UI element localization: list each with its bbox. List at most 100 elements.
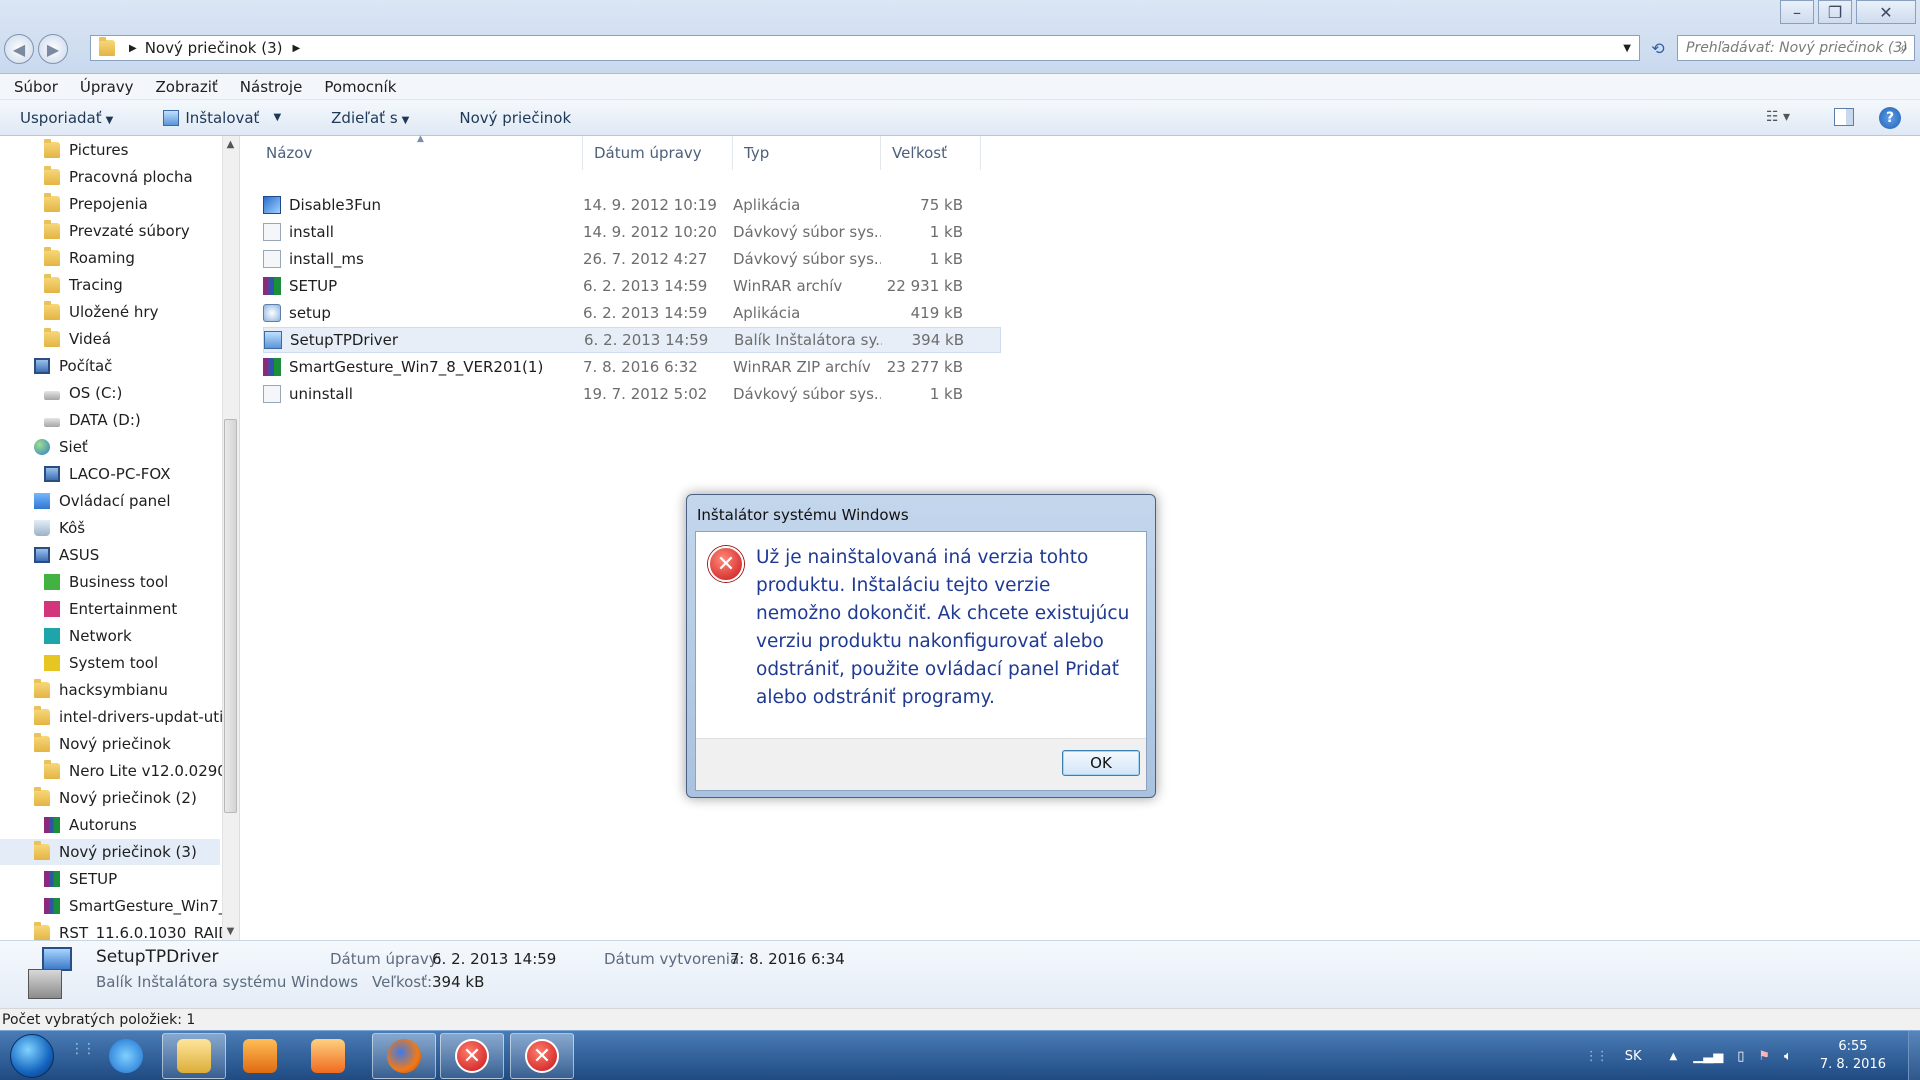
file-row[interactable]: Disable3Fun 14. 9. 2012 10:19 Aplikácia 75 … <box>263 192 1001 218</box>
nav-item-label: RST_11.6.0.1030_RAID_A <box>59 924 240 940</box>
nav-item-label: LACO-PC-FOX <box>69 465 171 483</box>
nav-item[interactable]: SETUP <box>0 866 220 892</box>
taskbar-error-window-2[interactable]: ✕ <box>510 1033 574 1079</box>
refresh-icon[interactable]: ⟲ <box>1645 37 1671 59</box>
nav-item[interactable]: ASUS <box>0 542 220 568</box>
nav-item[interactable]: SmartGesture_Win7_8_V <box>0 893 239 919</box>
nav-item[interactable]: Autoruns <box>0 812 220 838</box>
nav-item[interactable]: Ovládací panel <box>0 488 220 514</box>
forward-button[interactable]: ▶ <box>38 34 68 64</box>
breadcrumb-chevron-icon[interactable]: ▶ <box>293 43 301 54</box>
show-desktop-button[interactable] <box>1908 1031 1920 1080</box>
share-with-button[interactable]: Zdieľať s ▼ <box>323 105 417 131</box>
menu-file[interactable]: Súbor <box>10 76 62 98</box>
file-size: 1 kB <box>929 385 963 403</box>
install-button[interactable]: Inštalovať ▼ <box>155 105 289 131</box>
nav-item[interactable]: Uložené hry <box>0 299 220 325</box>
signal-icon[interactable]: ▁▃▅ <box>1693 1049 1723 1064</box>
file-name-cell: install <box>263 223 583 241</box>
new-folder-button[interactable]: Nový priečinok <box>451 105 579 131</box>
nav-item[interactable]: Videá <box>0 326 220 352</box>
nav-item[interactable]: Prepojenia <box>0 191 220 217</box>
internet-explorer-icon <box>109 1039 143 1073</box>
nav-item[interactable]: Roaming <box>0 245 220 271</box>
menu-view[interactable]: Zobraziť <box>152 76 222 98</box>
installer-error-dialog: Inštalátor systému Windows ✕ Už je nainš… <box>686 494 1156 798</box>
address-dropdown-icon[interactable]: ▼ <box>1623 43 1631 54</box>
maximize-button[interactable]: ❐ <box>1818 0 1852 24</box>
menu-tools[interactable]: Nástroje <box>236 76 307 98</box>
network-status-icon[interactable]: ⚑ <box>1758 1049 1770 1064</box>
batch-file-icon <box>263 250 281 268</box>
taskbar-internet-explorer[interactable] <box>94 1033 158 1079</box>
organize-button[interactable]: Usporiadať ▼ <box>12 105 121 131</box>
taskbar-error-window-1[interactable]: ✕ <box>440 1033 504 1079</box>
file-row[interactable]: install_ms 26. 7. 2012 4:27 Dávkový súbor … <box>263 246 1001 272</box>
nav-item[interactable]: OS (C:) <box>0 380 220 406</box>
file-type: WinRAR archív <box>733 277 843 295</box>
file-row[interactable]: uninstall 19. 7. 2012 5:02 Dávkový súbor s… <box>263 381 1001 407</box>
column-header-type[interactable]: Typ <box>733 136 881 170</box>
preview-pane-icon[interactable] <box>1834 108 1854 126</box>
nav-item[interactable]: Nero Lite v12.0.02900 <box>0 758 236 784</box>
nav-item[interactable]: Nový priečinok <box>0 731 220 757</box>
view-options-icon[interactable]: ☷ ▾ <box>1766 109 1790 125</box>
taskbar-paint[interactable] <box>296 1033 360 1079</box>
breadcrumb-current-folder[interactable]: Nový priečinok (3) <box>145 39 283 57</box>
file-row[interactable]: SetupTPDriver 6. 2. 2013 14:59 Balík Inšta… <box>263 327 1001 353</box>
nav-item[interactable]: Entertainment <box>0 596 220 622</box>
scroll-up-icon[interactable]: ▲ <box>222 136 239 153</box>
nav-item[interactable]: Prevzaté súbory <box>0 218 220 244</box>
taskbar-explorer[interactable] <box>162 1033 226 1079</box>
file-type: Aplikácia <box>733 304 801 322</box>
file-date: 6. 2. 2013 14:59 <box>583 304 708 322</box>
language-indicator[interactable]: SK <box>1625 1049 1642 1064</box>
nav-item-label: Počítač <box>59 357 113 375</box>
file-row[interactable]: setup 6. 2. 2013 14:59 Aplikácia 419 kB <box>263 300 1001 326</box>
battery-icon[interactable]: ▯ <box>1737 1049 1744 1064</box>
nav-item[interactable]: Počítač <box>0 353 220 379</box>
nav-item[interactable]: Pictures <box>0 137 220 163</box>
nav-item[interactable]: LACO-PC-FOX <box>0 461 220 487</box>
nav-item[interactable]: intel-drivers-updat-utilit <box>0 704 238 730</box>
column-header-size[interactable]: Veľkosť <box>881 136 981 170</box>
installer-icon <box>163 109 180 126</box>
file-row[interactable]: SmartGesture_Win7_8_VER201(1) 7. 8. 2016 … <box>263 354 1001 380</box>
nav-item[interactable]: System tool <box>0 650 220 676</box>
nav-item[interactable]: Nový priečinok (3) <box>0 839 220 865</box>
nav-scrollbar-thumb[interactable] <box>224 419 237 813</box>
nav-item[interactable]: Kôš <box>0 515 220 541</box>
system-tool-icon <box>44 655 60 671</box>
file-row[interactable]: install 14. 9. 2012 10:20 Dávkový súbor sy… <box>263 219 1001 245</box>
taskbar-media-player[interactable] <box>228 1033 292 1079</box>
menu-help[interactable]: Pomocník <box>320 76 400 98</box>
column-header-name[interactable]: Názov <box>255 136 583 170</box>
nav-item[interactable]: hacksymbianu <box>0 677 220 703</box>
back-button[interactable]: ◀ <box>4 34 34 64</box>
scroll-down-icon[interactable]: ▼ <box>222 923 239 940</box>
folder-icon <box>34 922 50 940</box>
nav-item[interactable]: Business tool <box>0 569 220 595</box>
close-window-button[interactable]: ✕ <box>1856 0 1916 24</box>
nav-item[interactable]: Sieť <box>0 434 220 460</box>
taskbar-firefox[interactable] <box>372 1033 436 1079</box>
start-button[interactable] <box>10 1034 54 1078</box>
minimize-button[interactable]: – <box>1780 0 1814 24</box>
help-icon[interactable]: ? <box>1879 107 1901 129</box>
menu-edit[interactable]: Úpravy <box>76 76 138 98</box>
volume-icon[interactable]: 🔈︎ <box>1784 1049 1792 1064</box>
clock[interactable]: 6:55 7. 8. 2016 <box>1820 1038 1886 1074</box>
search-icon[interactable]: ⌕ <box>1900 40 1908 56</box>
column-header-date[interactable]: Dátum úpravy <box>583 136 733 170</box>
nav-item[interactable]: RST_11.6.0.1030_RAID_A <box>0 920 239 940</box>
nav-item[interactable]: Pracovná plocha <box>0 164 220 190</box>
ok-button[interactable]: OK <box>1062 750 1140 776</box>
show-hidden-icons-icon[interactable]: ▲ <box>1670 1051 1678 1062</box>
search-input[interactable]: Prehľadávať: Nový priečinok (3) ⌕ <box>1677 35 1915 61</box>
address-bar[interactable]: ▶ Nový priečinok (3) ▶ ▼ <box>90 35 1640 61</box>
nav-item[interactable]: DATA (D:) <box>0 407 220 433</box>
nav-item[interactable]: Tracing <box>0 272 220 298</box>
nav-item[interactable]: Network <box>0 623 220 649</box>
nav-item[interactable]: Nový priečinok (2) <box>0 785 220 811</box>
file-row[interactable]: SETUP 6. 2. 2013 14:59 WinRAR archív 22 931… <box>263 273 1001 299</box>
